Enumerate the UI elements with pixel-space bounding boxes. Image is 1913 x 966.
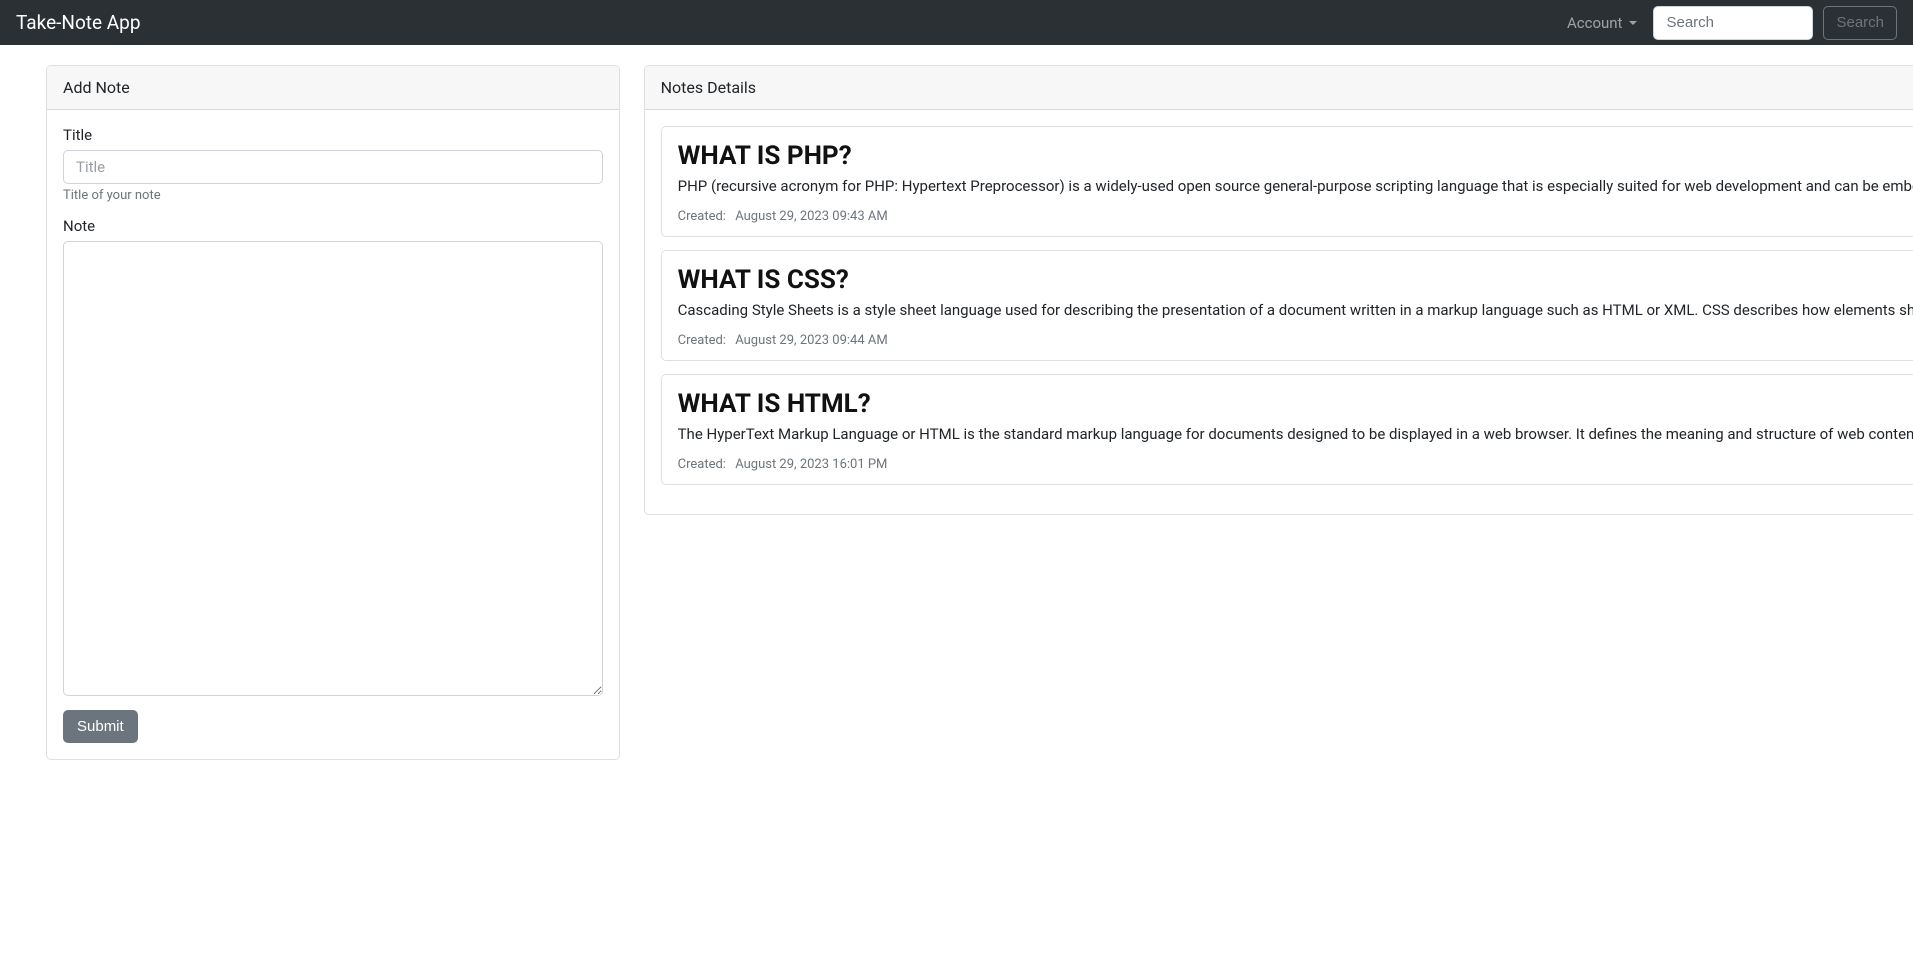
note-title: WHAT IS CSS? [678,265,1913,295]
note-body: The HyperText Markup Language or HTML is… [678,425,1913,443]
app-brand[interactable]: Take-Note App [16,11,141,34]
created-label: Created: [678,457,726,472]
note-title: WHAT IS PHP? [678,141,1913,171]
note-textarea[interactable] [63,241,603,696]
navbar: Take-Note App Account Search [0,0,1913,45]
title-label: Title [63,126,603,144]
note-body: Cascading Style Sheets is a style sheet … [678,301,1913,319]
note-label: Note [63,217,603,235]
add-note-card: Add Note Title Title of your note Note S… [46,65,620,760]
created-label: Created: [678,209,726,224]
search-button[interactable]: Search [1823,6,1897,40]
notes-details-header: Notes Details View All Notes [645,66,1913,110]
submit-button[interactable]: Submit [63,710,138,743]
created-value: August 29, 2023 16:01 PM [735,457,887,472]
note-meta: Created: August 29, 2023 09:43 AM [678,209,1913,224]
search-input[interactable] [1653,6,1813,40]
note-title: WHAT IS HTML? [678,389,1913,419]
left-column: Add Note Title Title of your note Note S… [46,65,620,760]
note-item: WHAT IS CSS? Cascading Style Sheets is a… [661,250,1913,361]
created-value: August 29, 2023 09:44 AM [735,333,888,348]
notes-list: WHAT IS PHP? PHP (recursive acronym for … [645,110,1913,514]
account-label: Account [1567,14,1623,32]
created-value: August 29, 2023 09:43 AM [735,209,888,224]
notes-details-title: Notes Details [661,78,756,97]
note-meta: Created: August 29, 2023 16:01 PM [678,457,1913,472]
notes-details-card: Notes Details View All Notes WHAT IS PHP… [644,65,1913,515]
account-dropdown[interactable]: Account [1561,10,1644,36]
title-input[interactable] [63,150,603,184]
add-note-body: Title Title of your note Note Submit [47,110,619,759]
title-hint: Title of your note [63,188,603,203]
right-column: Notes Details View All Notes WHAT IS PHP… [644,65,1913,760]
created-label: Created: [678,333,726,348]
chevron-down-icon [1629,21,1637,25]
add-note-header: Add Note [47,66,619,110]
main-container: Add Note Title Title of your note Note S… [0,45,1913,780]
note-body: PHP (recursive acronym for PHP: Hypertex… [678,177,1913,195]
note-meta: Created: August 29, 2023 09:44 AM [678,333,1913,348]
navbar-right: Account Search [1561,6,1897,40]
note-item: WHAT IS HTML? The HyperText Markup Langu… [661,374,1913,485]
note-item: WHAT IS PHP? PHP (recursive acronym for … [661,126,1913,237]
